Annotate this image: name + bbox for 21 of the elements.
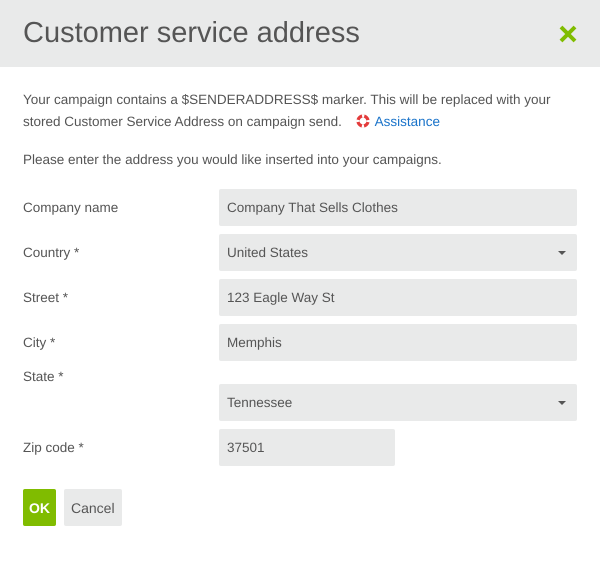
lifebuoy-icon — [356, 114, 370, 128]
input-field[interactable]: Memphis — [219, 324, 577, 361]
field-label: State * — [23, 369, 65, 384]
dropdown-field[interactable]: Tennessee — [219, 384, 577, 421]
field-label: Company name — [23, 200, 120, 215]
field-label: Zip code * — [23, 440, 85, 455]
input-field[interactable]: Company That Sells Clothes — [219, 189, 577, 226]
caret-icon — [558, 250, 566, 254]
input-field[interactable]: 37501 — [219, 429, 395, 466]
instruction-text: Please enter the address you would like inserted into your campaigns. — [23, 151, 443, 169]
intro-text: Your campaign contains a $SENDERADDRESS$ marker. This will be replaced with your stored Customer Service Address on campaign send. Assistance — [23, 91, 552, 131]
assistance-link[interactable]: Assistance — [374, 114, 440, 129]
field-label: Country * — [23, 245, 80, 260]
field-label: City * — [23, 335, 56, 350]
field-label: Street * — [23, 290, 70, 305]
dialog-title: Customer service address — [23, 17, 360, 50]
cancel-button[interactable]: Cancel — [64, 489, 122, 526]
input-field[interactable]: 123 Eagle Way St — [219, 279, 577, 316]
dropdown-field[interactable]: United States — [219, 234, 577, 271]
caret-icon — [558, 400, 566, 404]
close-icon[interactable] — [558, 24, 578, 44]
